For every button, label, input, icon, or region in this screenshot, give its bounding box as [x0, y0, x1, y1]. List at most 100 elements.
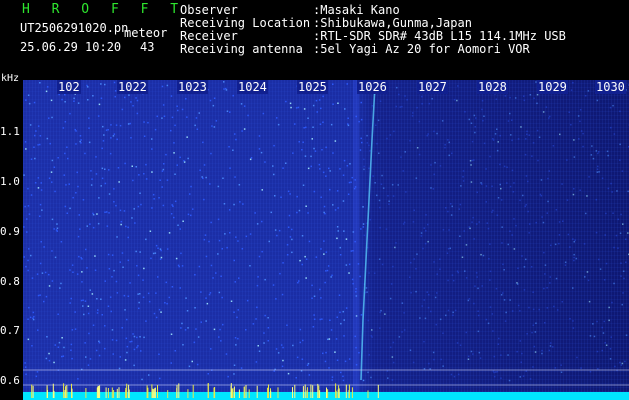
noise-dot — [380, 309, 382, 312]
noise-dot — [27, 94, 30, 96]
noise-dot — [286, 244, 289, 246]
noise-dot — [182, 220, 184, 222]
noise-dot — [92, 324, 95, 326]
noise-dot — [569, 246, 571, 248]
noise-dot — [69, 269, 71, 271]
noise-dot — [405, 191, 407, 193]
noise-dot — [585, 212, 587, 215]
noise-dot — [478, 351, 481, 354]
noise-dot — [186, 310, 189, 312]
noise-dot — [525, 258, 527, 261]
noise-dot — [332, 152, 334, 154]
noise-dot — [609, 358, 612, 360]
noise-dot — [289, 193, 291, 195]
noise-dot — [53, 166, 56, 168]
noise-dot — [439, 258, 441, 260]
noise-dot — [416, 253, 418, 255]
noise-dot — [154, 128, 157, 131]
noise-dot — [119, 261, 121, 263]
noise-dot — [133, 208, 135, 210]
noise-dot — [66, 146, 68, 148]
noise-dot — [177, 109, 179, 112]
baseline-spike — [345, 384, 347, 398]
noise-dot — [362, 206, 364, 208]
noise-dot — [61, 98, 63, 101]
noise-dot — [263, 332, 265, 334]
noise-dot — [133, 364, 135, 367]
noise-dot — [171, 286, 174, 288]
noise-dot — [368, 354, 370, 356]
noise-dot — [130, 101, 132, 103]
noise-dot — [218, 291, 221, 294]
noise-dot — [180, 327, 182, 329]
noise-dot — [610, 126, 612, 129]
noise-dot — [133, 348, 136, 351]
noise-dot — [131, 165, 133, 167]
noise-dot — [566, 159, 568, 161]
noise-dot — [98, 354, 101, 357]
baseline-spike — [233, 386, 235, 398]
noise-dot — [187, 213, 190, 216]
noise-dot — [540, 179, 543, 181]
noise-dot — [282, 359, 284, 362]
noise-dot — [344, 360, 347, 363]
noise-dot — [39, 294, 41, 296]
noise-dot — [152, 193, 155, 196]
noise-dot — [233, 364, 236, 366]
noise-dot — [170, 129, 172, 132]
noise-dot — [177, 224, 179, 226]
noise-dot — [452, 311, 454, 314]
noise-dot — [153, 198, 155, 200]
noise-dot — [503, 299, 506, 301]
noise-dot — [467, 299, 470, 302]
noise-dot — [527, 180, 529, 183]
noise-dot — [223, 81, 225, 83]
noise-dot — [119, 124, 122, 127]
noise-dot — [210, 221, 212, 224]
noise-dot — [621, 303, 623, 306]
baseline-spike — [312, 385, 314, 398]
noise-dot — [598, 171, 600, 173]
baseline-spike — [128, 389, 130, 398]
noise-dot — [570, 89, 573, 91]
noise-dot — [560, 371, 563, 373]
noise-dot — [235, 138, 237, 141]
noise-dot — [302, 184, 305, 186]
noise-dot — [27, 205, 30, 207]
noise-dot — [296, 195, 298, 198]
noise-dot — [385, 228, 388, 230]
noise-dot — [98, 340, 100, 343]
noise-dot — [176, 164, 178, 166]
noise-dot — [610, 336, 612, 338]
noise-dot — [553, 305, 555, 308]
noise-dot — [107, 305, 110, 307]
noise-dot — [447, 210, 449, 213]
noise-dot — [229, 232, 231, 234]
baseline-spike — [214, 387, 216, 398]
noise-dot — [158, 308, 161, 311]
datetime: 25.06.29 10:20 — [20, 40, 122, 54]
noise-dot — [243, 105, 246, 107]
noise-dot — [334, 140, 337, 142]
noise-dot — [350, 250, 353, 252]
noise-dot — [281, 293, 284, 296]
noise-dot — [222, 177, 224, 179]
noise-dot — [426, 291, 428, 293]
noise-dot — [54, 344, 56, 346]
baseline-spike — [157, 385, 158, 398]
noise-dot — [423, 340, 425, 343]
noise-dot — [541, 216, 543, 218]
noise-dot — [609, 348, 612, 350]
noise-dot — [305, 277, 307, 279]
noise-dot — [348, 272, 350, 274]
noise-dot — [208, 240, 210, 243]
noise-dot — [486, 222, 488, 224]
noise-dot — [287, 190, 290, 193]
noise-dot — [24, 141, 27, 143]
noise-dot — [477, 314, 480, 317]
noise-dot — [176, 105, 178, 107]
noise-dot — [367, 319, 370, 322]
noise-dot — [500, 354, 502, 356]
noise-dot — [114, 95, 116, 98]
noise-dot — [596, 99, 599, 102]
